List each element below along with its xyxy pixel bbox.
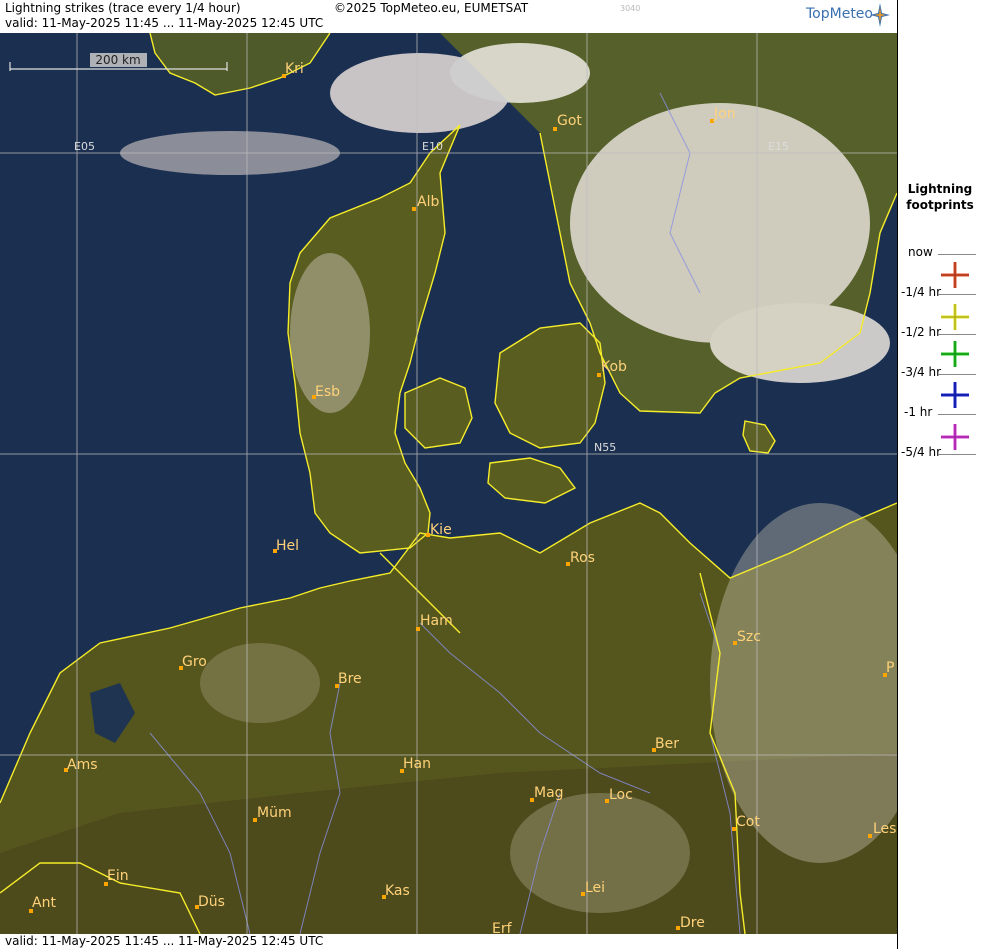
legend-label-three-quarter: -3/4 hr: [901, 365, 941, 379]
city-label: Ros: [570, 550, 595, 566]
city-label: Got: [557, 113, 582, 129]
city-label: Ant: [32, 895, 56, 911]
city-label: Mag: [534, 785, 564, 801]
grid-label-e10: E10: [422, 140, 443, 153]
topmeteo-logo: TopMeteo: [806, 6, 873, 22]
legend-label-now: now: [908, 245, 933, 259]
grid-label-n55: N55: [594, 441, 616, 454]
city-label: Dre: [680, 915, 705, 931]
city-label: Alb: [417, 194, 439, 210]
legend-panel: Lightning footprints now -1/4 hr -1/2 hr…: [897, 0, 989, 949]
map-view[interactable]: E05 E10 E15 N55 200 km Kri Got Jon Alb E…: [0, 33, 897, 934]
city-label: Ein: [107, 868, 129, 884]
header-bar: Lightning strikes (trace every 1/4 hour)…: [0, 0, 897, 32]
compass-star-icon: [870, 3, 890, 30]
legend-label-quarter: -1/4 hr: [901, 285, 941, 299]
city-label: Bre: [338, 671, 362, 687]
city-label: Kri: [285, 61, 304, 77]
valid-time-bottom: valid: 11-May-2025 11:45 ... 11-May-2025…: [5, 934, 324, 948]
city-label: Szc: [737, 629, 761, 645]
city-label: Gro: [182, 654, 207, 670]
legend-divider: [938, 334, 976, 335]
lightning-cross-icon: [938, 339, 972, 372]
legend-title: Lightning footprints: [898, 181, 982, 213]
lightning-cross-icon: [938, 302, 972, 335]
legend-divider: [938, 414, 976, 415]
legend-label-one-hour: -1 hr: [904, 405, 933, 419]
city-label: Düs: [198, 894, 225, 910]
city-label: Lei: [585, 880, 605, 896]
legend-divider: [938, 254, 976, 255]
lightning-cross-icon: [938, 380, 972, 413]
lightning-cross-icon: [938, 260, 972, 293]
city-label: Esb: [315, 384, 340, 400]
city-label: Kas: [385, 883, 410, 899]
map-code: 3040: [620, 4, 641, 13]
map-title: Lightning strikes (trace every 1/4 hour): [5, 1, 241, 15]
city-label: Erf: [492, 921, 513, 934]
city-label: Ham: [420, 613, 453, 629]
grid-label-e05: E05: [74, 140, 95, 153]
legend-divider: [938, 454, 976, 455]
city-label: Ber: [655, 736, 679, 752]
legend-divider: [938, 374, 976, 375]
grid-label-e15: E15: [768, 140, 789, 153]
city-label: Ams: [67, 757, 98, 773]
copyright-text: ©2025 TopMeteo.eu, EUMETSAT: [334, 1, 529, 15]
legend-title-line2: footprints: [906, 198, 974, 212]
city-label: Les: [873, 821, 896, 837]
lightning-cross-icon: [938, 422, 972, 455]
city-label: Kob: [601, 359, 627, 375]
scale-bar-label: 200 km: [95, 53, 140, 67]
legend-label-five-quarter: -5/4 hr: [901, 445, 941, 459]
legend-title-line1: Lightning: [907, 182, 973, 196]
legend-divider: [938, 294, 976, 295]
city-label: Kie: [430, 522, 452, 538]
legend-label-half: -1/2 hr: [901, 325, 941, 339]
city-label: Cot: [736, 814, 760, 830]
valid-time-top: valid: 11-May-2025 11:45 ... 11-May-2025…: [5, 16, 324, 30]
footer-bar: valid: 11-May-2025 11:45 ... 11-May-2025…: [0, 934, 897, 949]
city-label: P: [886, 660, 894, 676]
city-label: Jon: [713, 106, 736, 122]
city-label: Hel: [276, 538, 299, 554]
city-label: Han: [403, 756, 431, 772]
city-label: Loc: [609, 787, 633, 803]
city-label: Müm: [257, 805, 292, 821]
